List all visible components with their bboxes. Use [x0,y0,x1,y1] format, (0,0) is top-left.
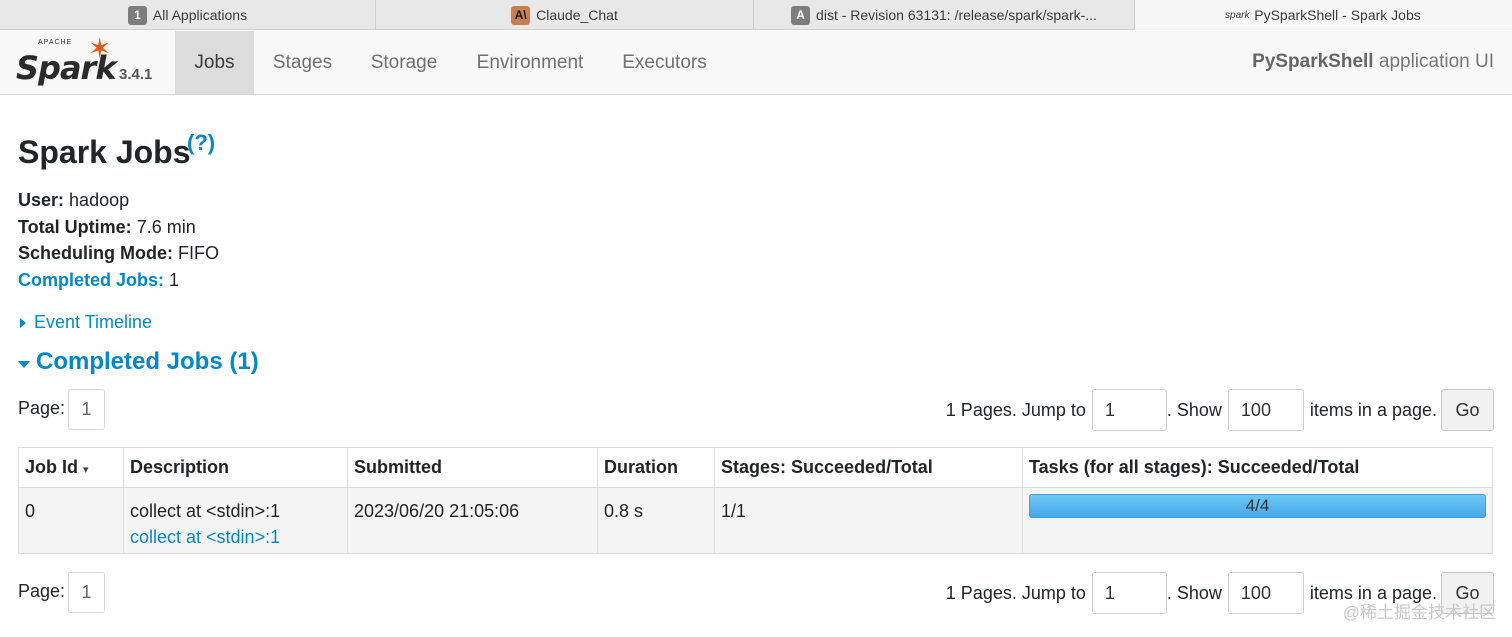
column-header-stages[interactable]: Stages: Succeeded/Total [714,447,1023,488]
completed-jobs-section-toggle[interactable]: Completed Jobs (1) [18,348,259,376]
anthropic-favicon-icon: A\ [511,5,531,25]
tab-storage[interactable]: Storage [351,31,457,94]
spark-star-icon: ✶ [88,33,112,64]
browser-tab-title: PySparkShell - Spark Jobs [1254,7,1421,23]
column-header-description[interactable]: Description [123,447,348,488]
column-header-submitted[interactable]: Submitted [347,447,598,488]
user-value: hadoop [69,190,130,210]
page-link-1[interactable]: 1 [68,389,105,430]
browser-tab-title: Claude_Chat [536,7,618,23]
items-per-page-text: items in a page. [1309,399,1437,420]
app-name: PySparkShell [1252,51,1374,72]
scheduling-mode-label: Scheduling Mode: [18,243,173,263]
browser-tab-title: dist - Revision 63131: /release/spark/sp… [816,7,1097,23]
duration-cell: 0.8 s [597,487,715,554]
event-timeline-label: Event Timeline [34,312,153,332]
browser-tab-claude-chat[interactable]: A\ Claude_Chat [376,0,754,30]
summary-scheduling-mode: Scheduling Mode: FIFO [18,240,219,267]
description-cell: collect at <stdin>:1 collect at <stdin>:… [123,487,348,554]
collapse-arrow-icon [18,360,30,368]
watermark: @稀土掘金技术社区 [1342,603,1496,622]
spark-logo[interactable]: APACHE Spark ✶ 3.4.1 [14,35,164,91]
tab-stages[interactable]: Stages [254,31,351,94]
completed-jobs-link[interactable]: Completed Jobs: [18,270,164,290]
show-text: . Show [1166,399,1222,420]
column-header-duration[interactable]: Duration [597,447,715,488]
completed-jobs-table: Job Id ▾ Description Submitted Duration … [18,447,1493,554]
event-timeline-toggle[interactable]: Event Timeline [18,312,152,333]
spark-navbar: APACHE Spark ✶ 3.4.1 Jobs Stages Storage… [0,31,1512,95]
spark-version: 3.4.1 [119,66,153,83]
stages-cell: 1/1 [714,487,1023,554]
browser-tab-dist-revision[interactable]: A dist - Revision 63131: /release/spark/… [754,0,1135,30]
scheduling-mode-value: FIFO [178,243,220,263]
browser-tab-title: All Applications [152,7,248,23]
uptime-label: Total Uptime: [18,216,132,237]
tasks-progress-bar: 4/4 [1029,494,1486,518]
tab-environment[interactable]: Environment [457,31,603,94]
page-title: Spark Jobs [18,134,191,170]
pages-jump-text: 1 Pages. Jump to [945,582,1086,603]
tasks-cell: 4/4 [1022,487,1493,554]
summary-uptime: Total Uptime: 7.6 min [18,214,219,241]
page-link-1[interactable]: 1 [68,572,105,613]
tab-favicon-icon: 1 [127,5,147,25]
completed-jobs-count: 1 [169,269,180,290]
brand-apache-text: APACHE [38,39,73,46]
submitted-cell: 2023/06/20 21:05:06 [347,487,598,554]
help-link[interactable]: (?) [187,130,215,156]
uptime-value: 7.6 min [136,216,196,237]
sort-desc-icon: ▾ [83,464,89,476]
header-label: Job Id [25,457,78,477]
jump-to-page-input[interactable] [1091,389,1167,431]
table-header-row: Job Id ▾ Description Submitted Duration … [18,447,1493,488]
job-summary: User: hadoop Total Uptime: 7.6 min Sched… [18,187,219,293]
expand-arrow-icon [20,317,26,328]
tab-jobs[interactable]: Jobs [175,31,254,94]
description-text: collect at <stdin>:1 [130,501,281,521]
column-header-job-id[interactable]: Job Id ▾ [18,447,124,488]
column-header-tasks[interactable]: Tasks (for all stages): Succeeded/Total [1022,447,1493,488]
app-ui-title: PySparkShell application UI [1252,51,1494,73]
page-label: Page: [18,398,66,418]
browser-tab-strip: 1 All Applications A\ Claude_Chat A dist… [0,0,1512,30]
completed-jobs-heading: Completed Jobs (1) [36,348,259,375]
job-id-cell: 0 [18,487,124,554]
browser-tab-all-applications[interactable]: 1 All Applications [0,0,376,30]
tab-executors[interactable]: Executors [603,31,726,94]
page-size-input[interactable] [1227,572,1304,614]
table-row: 0 collect at <stdin>:1 collect at <stdin… [18,487,1493,554]
jump-to-page-input[interactable] [1091,572,1167,614]
description-link[interactable]: collect at <stdin>:1 [130,524,341,550]
show-text: . Show [1166,582,1222,603]
pagination-controls-top: 1 Pages. Jump to . Show items in a page.… [946,389,1494,431]
tab-favicon-icon: A [791,5,811,25]
user-label: User: [18,190,65,210]
page-label: Page: [18,581,66,601]
app-suffix: application UI [1378,51,1494,72]
spark-favicon-icon: spark [1225,9,1250,21]
summary-user: User: hadoop [18,187,219,214]
pages-jump-text: 1 Pages. Jump to [945,399,1086,420]
go-button[interactable]: Go [1441,389,1494,431]
summary-completed-jobs: Completed Jobs: 1 [18,267,219,294]
browser-tab-spark-jobs[interactable]: spark PySparkShell - Spark Jobs [1135,0,1512,30]
page-size-input[interactable] [1227,389,1304,431]
